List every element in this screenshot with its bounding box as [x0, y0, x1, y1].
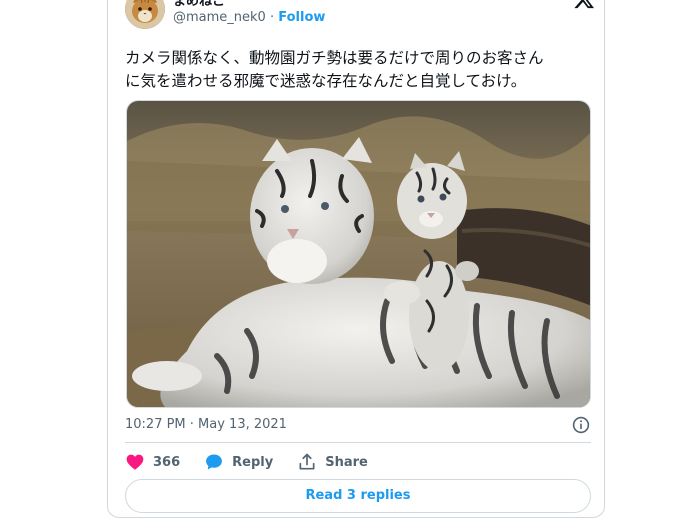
tweet-card: まめねこ @mame_nek0 · Follow カメラ関係なく、動物園ガチ勢は…	[107, 0, 605, 518]
tweet-photo[interactable]	[126, 100, 591, 408]
share-label: Share	[325, 454, 368, 470]
tweet-text-line: カメラ関係なく、動物園ガチ勢は要るだけで周りのお客さん	[125, 49, 544, 67]
separator: ·	[269, 10, 275, 25]
action-bar: 366 Reply Share	[125, 451, 392, 473]
display-name[interactable]: まめねこ	[173, 0, 225, 9]
share-upload-icon	[299, 453, 315, 470]
share-button[interactable]: Share	[297, 452, 368, 472]
info-icon[interactable]	[572, 416, 590, 434]
reply-label: Reply	[232, 454, 274, 470]
reply-button[interactable]: Reply	[204, 452, 273, 472]
cat-avatar-icon	[125, 0, 165, 29]
tweet-header: まめねこ @mame_nek0 · Follow	[125, 0, 595, 41]
photo-white-tiger-with-cub-icon	[127, 101, 590, 407]
follow-button[interactable]: Follow	[278, 10, 325, 25]
user-handle[interactable]: @mame_nek0	[173, 10, 266, 25]
tweet-text-line: に気を遣わせる邪魔で迷惑な存在なんだと自覚しておけ。	[125, 72, 527, 90]
tweet-text: カメラ関係なく、動物園ガチ勢は要るだけで周りのお客さん に気を遣わせる邪魔で迷惑…	[125, 47, 595, 93]
divider	[125, 442, 591, 443]
read-replies-button[interactable]: Read 3 replies	[125, 479, 591, 513]
like-count: 366	[153, 454, 181, 470]
reply-bubble-icon	[206, 454, 223, 470]
tweet-timestamp[interactable]: 10:27 PM · May 13, 2021	[125, 417, 287, 432]
x-logo-icon[interactable]	[573, 0, 595, 9]
heart-icon	[126, 454, 144, 470]
avatar[interactable]	[125, 0, 165, 29]
like-button[interactable]: 366	[125, 452, 180, 472]
handle-line: @mame_nek0 · Follow	[173, 10, 325, 25]
